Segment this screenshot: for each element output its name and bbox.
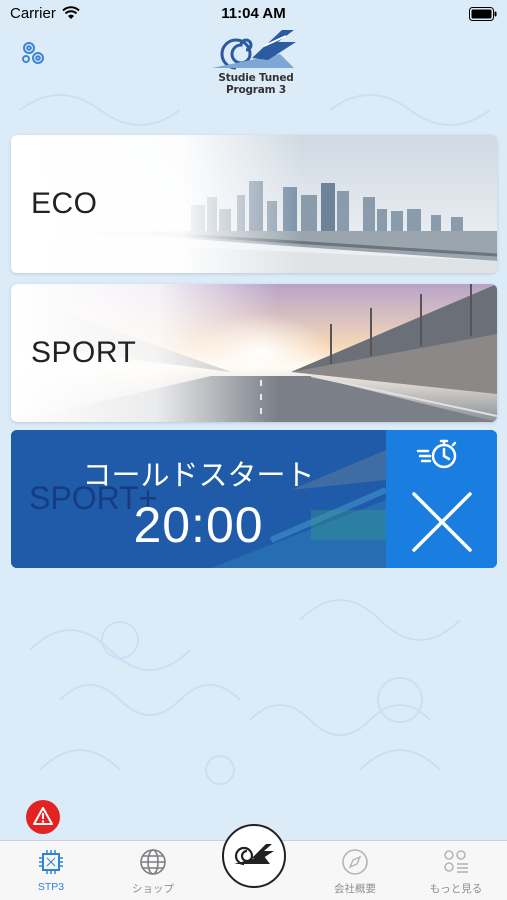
- globe-icon: [140, 849, 166, 875]
- stopwatch-icon: [416, 439, 457, 469]
- clock: 11:04 AM: [221, 5, 286, 22]
- close-icon: [412, 492, 472, 552]
- app-logo: Studie Tuned Program 3: [194, 24, 318, 96]
- eco-mode-card[interactable]: ECO: [11, 135, 497, 273]
- eco-label: ECO: [31, 187, 98, 220]
- warning-icon: [33, 807, 53, 825]
- tab-label-more: もっと見る: [429, 883, 483, 895]
- cancel-cold-start-button[interactable]: [386, 430, 497, 568]
- chip-icon: [39, 850, 63, 874]
- sport-plus-cold-start-card: SPORT+ コールドスタート 20:00: [11, 430, 497, 568]
- tab-label-company: 会社概要: [334, 883, 376, 895]
- compass-icon: [342, 849, 368, 875]
- tab-shop[interactable]: ショップ: [108, 847, 198, 896]
- warning-button[interactable]: [26, 800, 60, 834]
- tab-more[interactable]: もっと見る: [411, 847, 501, 896]
- tab-stp3[interactable]: STP3: [6, 847, 96, 893]
- tab-company[interactable]: 会社概要: [310, 847, 400, 896]
- cold-start-title: コールドスタート: [82, 460, 315, 492]
- tab-label-shop: ショップ: [132, 883, 174, 895]
- cold-start-timer: 20:00: [133, 497, 264, 553]
- more-icon: [444, 850, 468, 873]
- logo-text: Studie Tuned Program 3: [218, 72, 294, 96]
- center-logo-button[interactable]: [222, 824, 286, 888]
- battery-icon: [469, 7, 497, 21]
- logo-icon: [234, 844, 274, 866]
- gears-icon[interactable]: [20, 40, 46, 66]
- sport-mode-card[interactable]: SPORT: [11, 284, 497, 422]
- sport-plus-mode-area[interactable]: SPORT+ コールドスタート 20:00: [11, 430, 386, 568]
- tab-label-stp3: STP3: [37, 881, 65, 893]
- sport-label: SPORT: [31, 336, 137, 369]
